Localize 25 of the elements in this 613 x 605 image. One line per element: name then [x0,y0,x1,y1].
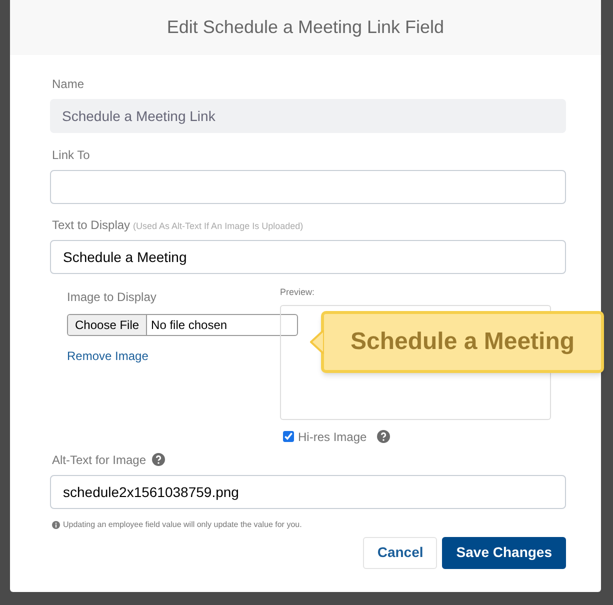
field-label: Image to Display [67,289,158,306]
cancel-button[interactable]: Cancel [363,536,438,568]
save-button[interactable]: Save Changes [442,536,566,568]
preview-label: Preview: [280,286,316,299]
field-hint: (Used As Alt-Text If An Image Is Uploaded) [133,220,304,233]
remove-image-link[interactable]: Remove Image [67,347,280,365]
checkbox-label: Hi-res Image [298,428,367,446]
callout-pointer-icon [310,330,324,354]
file-input[interactable]: Choose File No file chosen [67,314,298,336]
callout-text: Schedule a Meeting [321,311,604,373]
field-label: Link To [52,147,91,164]
choose-file-button[interactable]: Choose File [68,315,148,335]
help-icon[interactable] [152,453,166,466]
hires-checkbox[interactable] [283,431,294,442]
help-icon[interactable] [376,430,390,443]
field-label: Text to Display [52,217,130,234]
link-field[interactable] [50,170,566,204]
field-label: Name [52,76,86,93]
file-status: No file chosen [150,317,228,334]
field-label: Alt-Text for Image [52,452,146,468]
dialog-title: Edit Schedule a Meeting Link Field [166,16,444,39]
info-icon [52,520,60,528]
info-note: Updating an employee field value will only update the value for you. [63,518,302,530]
text-field[interactable]: Schedule a Meeting [50,240,566,274]
alt-text-field[interactable]: schedule2x1561038759.png [50,474,566,508]
